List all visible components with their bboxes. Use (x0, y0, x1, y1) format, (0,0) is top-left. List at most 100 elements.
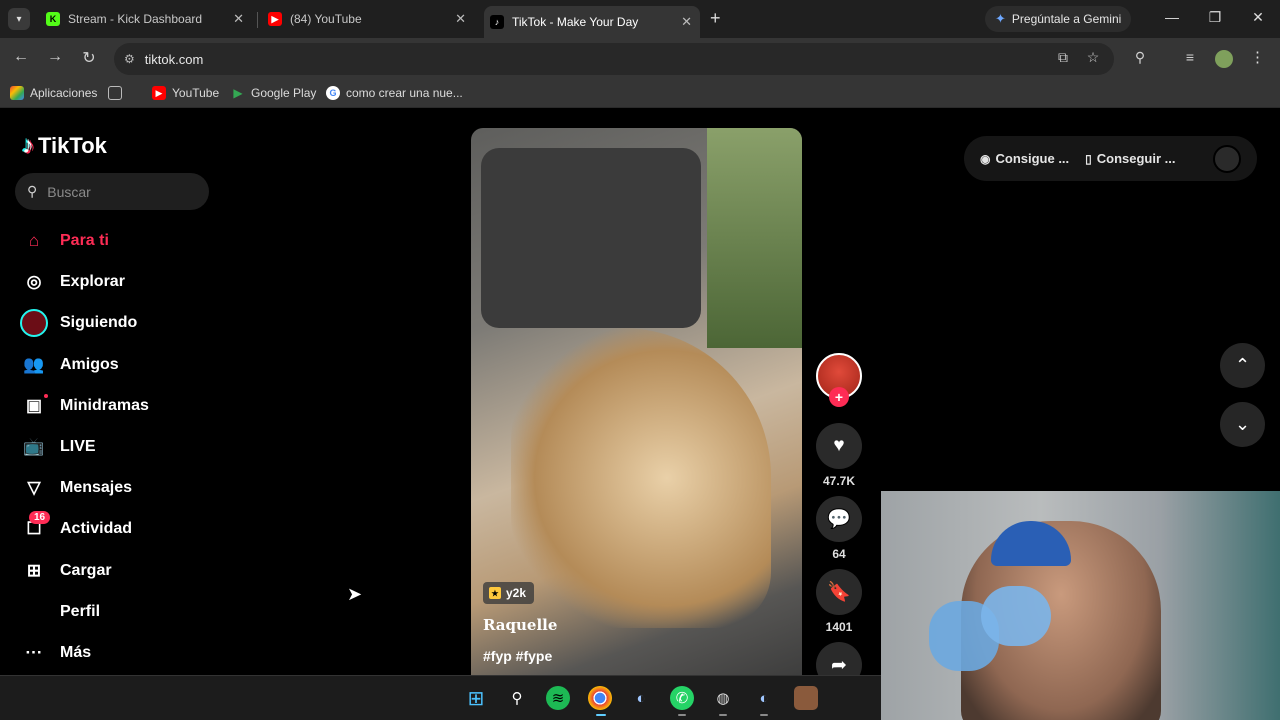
minimize-icon[interactable]: — (1162, 9, 1182, 25)
video-tag-chip[interactable]: ★ y2k (483, 582, 535, 604)
reload-icon[interactable]: ↻ (78, 48, 100, 68)
bookmark-label: Google Play (251, 86, 317, 100)
extensions-icon[interactable]: ⚲ (1130, 49, 1150, 66)
profile-circle[interactable] (1213, 145, 1241, 173)
video-frame-window (707, 128, 802, 348)
bookmark-google-play[interactable]: ▶ Google Play (231, 86, 316, 100)
close-icon[interactable]: ✕ (233, 11, 244, 27)
mouse-cursor-icon: ➤ (347, 584, 363, 604)
window-close-icon[interactable]: ✕ (1248, 9, 1268, 26)
get-app-label: Consigue ... (995, 151, 1070, 166)
bookmark-google[interactable]: G como crear una nue... (326, 86, 463, 100)
forward-arrow-icon[interactable]: → (44, 48, 66, 66)
nav-item-actividad[interactable]: ☐ 16 Actividad (22, 511, 133, 543)
nav-item-perfil[interactable]: Perfil (22, 598, 100, 626)
restore-icon[interactable]: ❐ (1205, 9, 1225, 26)
tab-youtube[interactable]: ▶ (84) YouTube ✕ (262, 6, 474, 32)
tab-title: (84) YouTube (290, 12, 362, 26)
chrome-icon[interactable] (588, 686, 612, 710)
close-icon[interactable]: ✕ (455, 11, 466, 27)
nav-item-minidramas[interactable]: ▣ Minidramas (22, 392, 149, 420)
webcam-overlay (881, 491, 1280, 720)
friends-icon: 👥 (23, 355, 45, 374)
comment-button[interactable]: 💬 (816, 496, 862, 542)
windows-start-icon[interactable]: ⊞ (464, 686, 488, 710)
search-input[interactable]: ⚲ Buscar (15, 173, 209, 210)
bookmark-grid[interactable] (108, 86, 128, 100)
nav-item-live[interactable]: 📺 LIVE (22, 433, 95, 461)
gemini-sparkle-icon: ✦ (995, 11, 1006, 26)
activity-icon: ☐ 16 (22, 511, 51, 541)
bookmark-apps[interactable]: Aplicaciones (10, 86, 97, 100)
whatsapp-icon[interactable]: ✆ (670, 686, 694, 710)
google-play-icon: ▶ (233, 86, 243, 100)
install-app-icon[interactable]: ⧉ (1053, 49, 1073, 66)
nav-item-amigos[interactable]: 👥 Amigos (22, 351, 119, 379)
grid-icon (108, 86, 122, 100)
phone-icon: ▯ (1085, 151, 1092, 166)
steam-icon[interactable]: ◐ (752, 686, 776, 710)
spotify-icon[interactable]: ≋ (546, 686, 570, 710)
comment-bubble-icon: 💬 (827, 509, 851, 530)
nav-item-cargar[interactable]: ⊞ Cargar (22, 557, 112, 585)
nav-label: Amigos (60, 356, 119, 373)
tag-icon: ★ (489, 587, 501, 599)
gemini-button[interactable]: ✦ Pregúntale a Gemini (985, 6, 1132, 32)
send-icon: ▽ (27, 478, 41, 497)
share-arrow-icon: ➦ (831, 654, 847, 676)
back-arrow-icon[interactable]: ← (10, 48, 32, 66)
tab-kick[interactable]: K Stream - Kick Dashboard ✕ (40, 6, 252, 32)
nav-item-siguiendo[interactable]: Siguiendo (20, 309, 138, 337)
nav-item-mas[interactable]: ··· Más (22, 639, 92, 667)
tab-search-button[interactable]: ▾ (8, 8, 30, 30)
steam-icon[interactable]: ◐ (629, 686, 653, 710)
address-bar[interactable]: ⚙ tiktok.com (114, 43, 1114, 75)
next-video-button[interactable]: ⌄ (1220, 402, 1265, 447)
get-app-button[interactable]: ◉ Consigue ... (980, 151, 1069, 166)
bookmark-youtube[interactable]: ▶ YouTube (152, 86, 219, 100)
new-tab-button[interactable]: + (710, 8, 721, 29)
media-controls-icon[interactable]: ≡ (1180, 49, 1200, 65)
nav-label: Más (60, 644, 92, 661)
get-mobile-button[interactable]: ▯ Conseguir ... (1085, 151, 1175, 166)
bookmark-star-icon[interactable]: ☆ (1083, 49, 1103, 66)
nav-item-explorar[interactable]: ◎ Explorar (22, 268, 125, 296)
game-app-icon[interactable] (794, 686, 818, 710)
site-settings-icon[interactable]: ⚙ (124, 52, 135, 66)
get-mobile-label: Conseguir ... (1096, 151, 1176, 166)
search-icon: ⚲ (27, 183, 38, 199)
follow-plus-icon[interactable]: + (829, 387, 849, 407)
bookmark-label: Aplicaciones (30, 86, 98, 100)
more-dots-icon: ··· (25, 643, 43, 662)
film-icon: ▣ (22, 394, 48, 418)
tiktok-logo[interactable]: ♪ TikTok (22, 132, 107, 160)
tab-strip: ▾ K Stream - Kick Dashboard ✕ ▶ (84) You… (0, 0, 1280, 38)
video-caption[interactable]: #fyp #fype (483, 648, 552, 664)
chevron-down-icon: ⌄ (1234, 414, 1251, 434)
nav-label: Siguiendo (60, 314, 138, 331)
nav-label: Cargar (60, 562, 112, 579)
nav-item-mensajes[interactable]: ▽ Mensajes (22, 474, 132, 502)
nav-label: Minidramas (60, 397, 149, 414)
nav-item-para-ti[interactable]: ⌂ Para ti (22, 227, 109, 255)
tab-title: Stream - Kick Dashboard (68, 12, 203, 26)
nav-label: Perfil (60, 603, 101, 620)
url-text: tiktok.com (144, 51, 204, 67)
nav-label: Actividad (60, 520, 133, 537)
tag-label: y2k (506, 586, 527, 600)
search-icon[interactable]: ⚲ (505, 686, 529, 710)
tab-tiktok[interactable]: ♪ TikTok - Make Your Day ✕ (484, 6, 700, 38)
like-button[interactable]: ♥ (816, 423, 862, 469)
get-app-bar: ◉ Consigue ... ▯ Conseguir ... (964, 136, 1257, 181)
save-button[interactable]: 🔖 (816, 569, 862, 615)
profile-avatar[interactable] (1215, 50, 1233, 68)
obs-icon[interactable]: ◍ (711, 686, 735, 710)
video-author[interactable]: Raquelle (483, 616, 557, 634)
notification-badge: 16 (29, 511, 51, 524)
kick-icon: K (46, 12, 60, 26)
menu-kebab-icon[interactable]: ⋮ (1250, 48, 1265, 66)
previous-video-button[interactable]: ⌃ (1220, 343, 1265, 388)
share-button[interactable]: ➦ (816, 642, 862, 675)
search-placeholder: Buscar (47, 183, 91, 200)
close-icon[interactable]: ✕ (681, 14, 692, 30)
